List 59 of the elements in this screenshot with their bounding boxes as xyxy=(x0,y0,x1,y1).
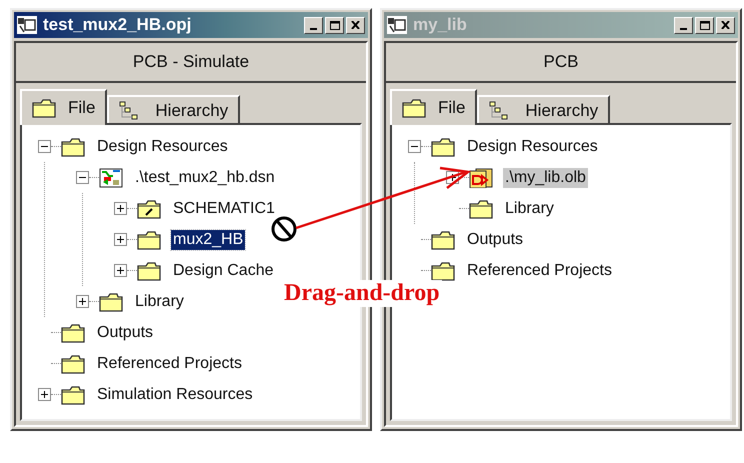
expand-toggle[interactable] xyxy=(114,264,127,277)
tree-item[interactable]: .\test_mux2_hb.dsn xyxy=(133,168,277,188)
folder-icon xyxy=(431,230,455,250)
close-button[interactable] xyxy=(346,16,365,34)
maximize-button[interactable] xyxy=(325,16,344,34)
tree-item[interactable]: Design Resources xyxy=(95,136,230,156)
tree-item[interactable]: Library xyxy=(133,292,186,312)
tree-item[interactable]: .\my_lib.olb xyxy=(503,168,588,188)
no-drop-icon xyxy=(272,216,296,242)
close-icon xyxy=(351,21,360,29)
folder-icon xyxy=(61,354,85,374)
annotation-label: Drag-and-drop xyxy=(282,280,442,307)
tree-item[interactable]: Outputs xyxy=(95,322,156,342)
collapse-toggle[interactable] xyxy=(76,171,89,184)
folder-icon xyxy=(431,260,455,280)
tree-item[interactable]: SCHEMATIC1 xyxy=(171,198,277,218)
folder-icon xyxy=(137,230,161,250)
collapse-toggle[interactable] xyxy=(408,140,421,153)
expand-toggle[interactable] xyxy=(114,233,127,246)
close-icon xyxy=(721,21,730,29)
schematic-file-icon xyxy=(99,168,123,188)
tree-item[interactable]: Simulation Resources xyxy=(95,384,255,404)
maximize-icon xyxy=(330,20,340,30)
minimize-icon xyxy=(680,28,687,30)
folder-icon xyxy=(402,98,426,118)
collapse-toggle[interactable] xyxy=(38,140,51,153)
expand-toggle[interactable] xyxy=(114,202,127,215)
tab[interactable]: File xyxy=(20,89,108,125)
minimize-icon xyxy=(310,28,317,30)
tab[interactable]: Hierarchy xyxy=(107,95,240,125)
library-file-icon xyxy=(469,168,493,188)
window-title: my_lib xyxy=(413,15,468,35)
expand-toggle[interactable] xyxy=(38,388,51,401)
tree-item[interactable]: Library xyxy=(503,198,556,218)
folder-icon xyxy=(61,322,85,342)
folder-icon xyxy=(61,136,85,156)
folder-icon xyxy=(431,136,455,156)
folder-icon xyxy=(32,98,56,118)
folder-icon xyxy=(137,198,161,218)
tab[interactable]: Hierarchy xyxy=(477,95,610,125)
expand-toggle[interactable] xyxy=(76,295,89,308)
panel-header: PCB - Simulate xyxy=(16,43,366,83)
folder-icon xyxy=(137,260,161,280)
tree-item[interactable]: Referenced Projects xyxy=(465,260,614,280)
folder-icon xyxy=(469,198,493,218)
tree-item[interactable]: Outputs xyxy=(465,230,526,250)
tree-item[interactable]: mux2_HB xyxy=(171,230,246,250)
tab[interactable]: File xyxy=(390,89,478,125)
folder-icon xyxy=(99,292,123,312)
window-title: test_mux2_HB.opj xyxy=(43,15,192,35)
app-icon xyxy=(17,16,37,34)
app-icon xyxy=(387,16,407,34)
tree-item[interactable]: Design Resources xyxy=(465,136,600,156)
folder-icon xyxy=(61,384,85,404)
tree-item[interactable]: Referenced Projects xyxy=(95,354,244,374)
maximize-icon xyxy=(700,20,710,30)
tree-item[interactable]: Design Cache xyxy=(171,260,276,280)
panel-header: PCB xyxy=(386,43,736,83)
minimize-button[interactable] xyxy=(304,16,323,34)
